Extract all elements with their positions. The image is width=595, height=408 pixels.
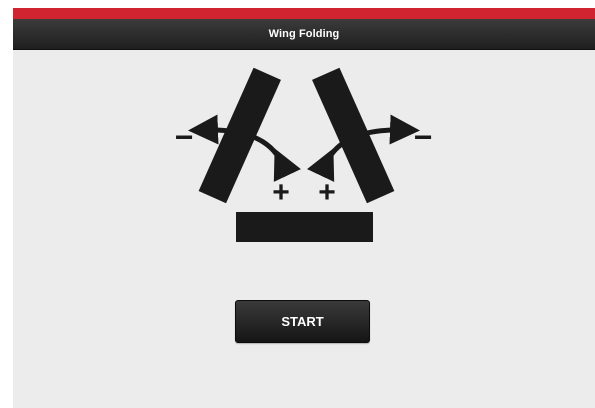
start-button[interactable]: START	[235, 300, 370, 343]
left-wing-icon	[198, 67, 281, 204]
accent-bar	[13, 8, 595, 19]
page-title: Wing Folding	[268, 28, 340, 40]
base-bar-icon	[236, 212, 373, 242]
left-minus-label: −	[175, 119, 194, 155]
left-plus-label: +	[272, 176, 290, 209]
wing-folding-diagram-icon: − + + −	[175, 67, 433, 242]
right-plus-label: +	[318, 176, 336, 209]
wing-folding-screen: Wing Folding − + + − START	[13, 8, 595, 408]
title-bar: Wing Folding	[13, 19, 595, 50]
right-minus-label: −	[414, 119, 433, 155]
